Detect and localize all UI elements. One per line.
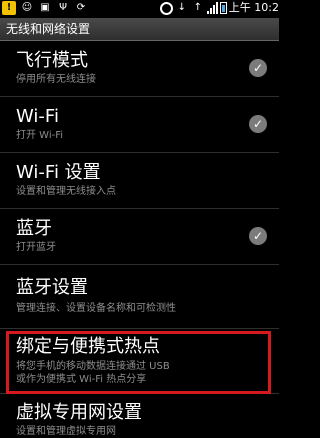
setting-wifi[interactable]: Wi-Fi 打开 Wi-Fi ✓ [0, 97, 279, 153]
setting-subtitle: 将您手机的移动数据连接通过 USB [16, 361, 170, 372]
setting-title: 蓝牙 [16, 218, 52, 239]
checkbox-checked-icon[interactable]: ✓ [249, 59, 267, 77]
status-bar: ! ☺ ▣ Ψ ⟳ ↓ ↑ 上午 10:2 [0, 0, 279, 18]
checkbox-checked-icon[interactable]: ✓ [249, 227, 267, 245]
upload-icon: ↑ [193, 2, 202, 13]
setting-subtitle: 管理连接、设置设备名称和可检测性 [16, 303, 176, 314]
status-bar-notification-icons: ! ☺ ▣ Ψ ⟳ [2, 1, 88, 15]
setting-title: 飞行模式 [16, 50, 88, 71]
setting-airplane-mode[interactable]: 飞行模式 停用所有无线连接 ✓ [0, 41, 279, 97]
setting-tethering-hotspot[interactable]: 绑定与便携式热点 将您手机的移动数据连接通过 USB 或作为便携式 Wi-Fi … [0, 331, 279, 394]
setting-wifi-settings[interactable]: Wi-Fi 设置 设置和管理无线接入点 [0, 153, 279, 209]
checkbox-checked-icon[interactable]: ✓ [249, 115, 267, 133]
signal-icon [206, 2, 218, 14]
setting-subtitle: 打开蓝牙 [16, 242, 56, 253]
map-icon: ▣ [40, 2, 50, 13]
title-bar: 无线和网络设置 [0, 18, 279, 41]
setting-subtitle-line2: 或作为便携式 Wi-Fi 热点分享 [16, 374, 147, 385]
setting-subtitle: 设置和管理无线接入点 [16, 186, 116, 197]
setting-bluetooth[interactable]: 蓝牙 打开蓝牙 ✓ [0, 209, 279, 265]
status-time: 上午 10:2 [228, 1, 279, 14]
setting-bluetooth-settings[interactable]: 蓝牙设置 管理连接、设置设备名称和可检测性 [0, 265, 279, 329]
usb-icon: Ψ [59, 2, 67, 13]
setting-subtitle: 打开 Wi-Fi [16, 130, 64, 141]
page-title: 无线和网络设置 [6, 22, 91, 36]
status-bar-system-icons: ↓ ↑ 上午 10:2 [159, 1, 279, 15]
circle-icon [159, 1, 173, 15]
setting-title: Wi-Fi 设置 [16, 162, 101, 183]
setting-subtitle: 停用所有无线连接 [16, 74, 96, 85]
setting-title: 绑定与便携式热点 [16, 336, 160, 357]
setting-subtitle: 设置和管理虚拟专用网 [16, 426, 116, 437]
sync-icon: ⟳ [76, 2, 86, 13]
setting-title: 虚拟专用网设置 [16, 402, 142, 423]
warning-icon: ! [2, 1, 16, 15]
setting-title: 蓝牙设置 [16, 277, 88, 298]
setting-vpn[interactable]: 虚拟专用网设置 设置和管理虚拟专用网 [0, 396, 279, 437]
download-icon: ↓ [177, 2, 186, 13]
setting-title: Wi-Fi [16, 106, 59, 127]
battery-icon [219, 2, 227, 14]
chat-icon: ☺ [21, 2, 33, 13]
